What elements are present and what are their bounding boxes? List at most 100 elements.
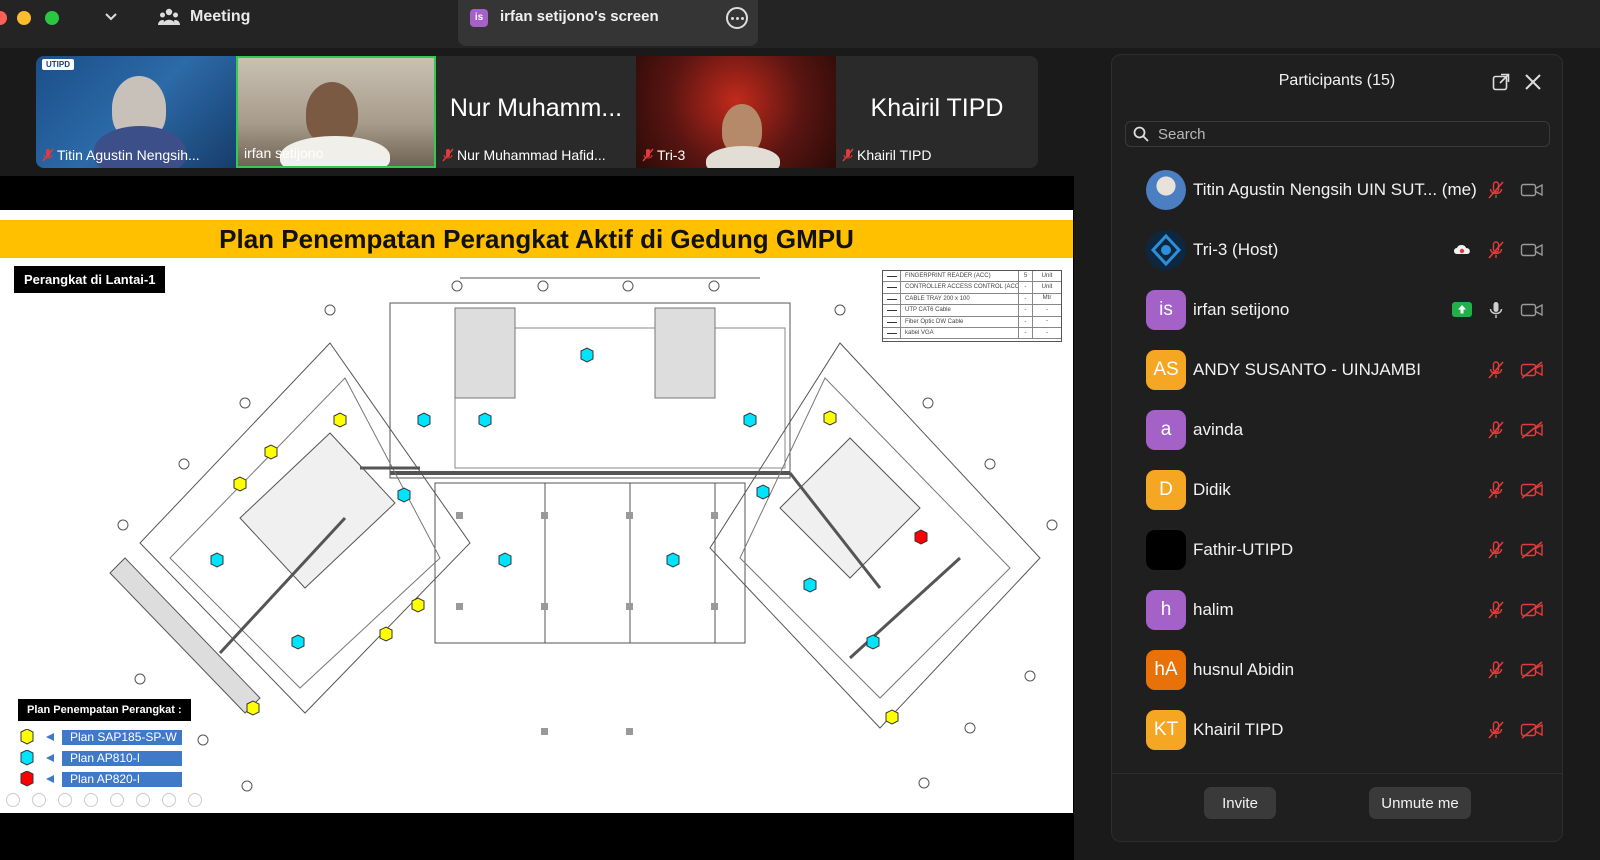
participant-row[interactable]: Titin Agustin Nengsih UIN SUT... (me) [1112, 160, 1562, 220]
share-screen-icon [1452, 302, 1472, 317]
participant-name: husnul Abidin [1193, 660, 1295, 679]
pen-icon[interactable] [58, 793, 72, 807]
avatar: a [1146, 410, 1186, 450]
video-tile-active-speaker[interactable]: irfan setijono [236, 56, 436, 168]
mic-muted-icon[interactable] [1486, 240, 1506, 260]
avatar: D [1146, 470, 1186, 510]
participant-list: Titin Agustin Nengsih UIN SUT... (me) Tri… [1112, 160, 1562, 778]
participant-row[interactable]: a avinda [1112, 400, 1562, 460]
avatar [1146, 230, 1186, 270]
participant-row[interactable]: Fathir-UTIPD [1112, 520, 1562, 580]
legend-item: Plan SAP185-SP-W [18, 729, 182, 745]
video-tile[interactable]: Nur Muhamm... Nur Muhammad Hafid... [436, 56, 636, 168]
mic-muted-icon [642, 148, 654, 162]
avatar: KT [1146, 710, 1186, 750]
mic-muted-icon[interactable] [1486, 660, 1506, 680]
participant-name: Khairil TIPD [842, 147, 931, 163]
close-window-button[interactable] [0, 11, 7, 25]
floor-label: Perangkat di Lantai-1 [14, 266, 166, 293]
participant-name: halim [1193, 600, 1234, 619]
participant-row[interactable]: h halim [1112, 580, 1562, 640]
hexagon-red-icon [20, 771, 34, 787]
meeting-label[interactable]: Meeting [190, 8, 250, 26]
cable-legend-table: FINGERPRINT READER (ACC) 5 Unit CONTROLLER… [882, 270, 1062, 342]
table-row: CABLE TRAY 200 x 100- Mtr [883, 293, 1061, 306]
meeting-icon [158, 8, 180, 25]
title-bar: Meeting is irfan setijono's screen [0, 0, 1600, 48]
utipd-logo: UTIPD [42, 59, 74, 70]
participant-row[interactable]: is irfan setijono [1112, 280, 1562, 340]
mic-muted-icon[interactable] [1486, 540, 1506, 560]
participant-row[interactable]: KT Khairil TIPD [1112, 700, 1562, 760]
hexagon-cyan-icon [20, 750, 34, 766]
video-camera-icon[interactable] [1520, 181, 1544, 199]
legend-item: Plan AP810-I [18, 750, 182, 766]
video-off-icon[interactable] [1520, 481, 1544, 499]
more-icon[interactable] [188, 793, 202, 807]
legend-item: Plan AP820-I [18, 771, 182, 787]
participant-name: irfan setijono [1193, 300, 1290, 319]
search-icon [1133, 126, 1149, 142]
mic-muted-icon [842, 148, 854, 162]
close-icon[interactable] [1524, 73, 1542, 91]
participant-name: Didik [1193, 480, 1231, 499]
mic-muted-icon[interactable] [1486, 720, 1506, 740]
minimize-window-button[interactable] [17, 11, 31, 25]
video-off-icon[interactable] [1520, 361, 1544, 379]
video-off-icon[interactable] [1520, 601, 1544, 619]
previous-icon[interactable] [6, 793, 20, 807]
unmute-me-button[interactable]: Unmute me [1369, 787, 1471, 819]
mic-muted-icon[interactable] [1486, 600, 1506, 620]
participant-row[interactable]: hA husnul Abidin [1112, 640, 1562, 700]
grid-icon[interactable] [84, 793, 98, 807]
invite-button[interactable]: Invite [1204, 787, 1276, 819]
participant-name: Fathir-UTIPD [1193, 540, 1294, 559]
participant-row[interactable]: Tri-3 (Host) [1112, 220, 1562, 280]
video-off-icon[interactable] [1520, 721, 1544, 739]
participant-row[interactable]: AS ANDY SUSANTO - UINJAMBI [1112, 340, 1562, 400]
video-tile[interactable]: Tri-3 [636, 56, 836, 168]
legend-title: Plan Penempatan Perangkat : [18, 699, 191, 721]
video-off-icon[interactable] [1520, 541, 1544, 559]
video-camera-icon[interactable] [1520, 301, 1544, 319]
chevron-down-icon[interactable] [104, 8, 118, 26]
mic-muted-icon[interactable] [1486, 480, 1506, 500]
participant-row[interactable]: D Didik [1112, 460, 1562, 520]
table-row: UTP CAT6 Cable - - [883, 305, 1061, 317]
video-thumbnail-strip: UTIPD Titin Agustin Nengsih... irfan set… [36, 56, 1038, 168]
avatar [1146, 530, 1186, 570]
video-tile[interactable]: UTIPD Titin Agustin Nengsih... [36, 56, 236, 168]
video-camera-icon[interactable] [1520, 241, 1544, 259]
pop-out-icon[interactable] [1492, 73, 1510, 91]
participant-name: Titin Agustin Nengsih UIN SUT... (me) [1193, 180, 1477, 199]
zoom-window-button[interactable] [45, 11, 59, 25]
participants-panel: Participants (15) Titin Agustin Nengsih … [1111, 54, 1563, 842]
participant-name: Nur Muhammad Hafid... [442, 147, 606, 163]
participant-name-large: Nur Muhamm... [449, 94, 623, 122]
participant-video [306, 82, 358, 144]
mic-muted-icon[interactable] [1486, 360, 1506, 380]
participant-name: avinda [1193, 420, 1244, 439]
avatar: hA [1146, 650, 1186, 690]
participant-video-body [706, 146, 780, 168]
zoom-icon[interactable] [110, 793, 124, 807]
search-input[interactable] [1125, 121, 1550, 147]
mic-muted-icon[interactable] [1486, 180, 1506, 200]
screen-share-tab[interactable]: is irfan setijono's screen [458, 0, 758, 46]
mic-icon[interactable] [1486, 300, 1506, 320]
table-row: CONTROLLER ACCESS CONTROL (ACC) - Unit [883, 282, 1061, 294]
video-tile[interactable]: Khairil TIPD Khairil TIPD [836, 56, 1038, 168]
mic-muted-icon [42, 148, 54, 162]
next-icon[interactable] [32, 793, 46, 807]
participant-name-large: Khairil TIPD [870, 94, 1004, 122]
table-row: Fiber Optic DW Cable - - [883, 316, 1061, 328]
camera-icon[interactable] [162, 793, 176, 807]
hexagon-yellow-icon [20, 729, 34, 745]
video-off-icon[interactable] [1520, 661, 1544, 679]
subtitles-icon[interactable] [136, 793, 150, 807]
avatar: is [1146, 290, 1186, 330]
participant-name: Titin Agustin Nengsih... [42, 147, 200, 163]
mic-muted-icon[interactable] [1486, 420, 1506, 440]
video-off-icon[interactable] [1520, 421, 1544, 439]
more-options-icon[interactable] [726, 7, 748, 29]
